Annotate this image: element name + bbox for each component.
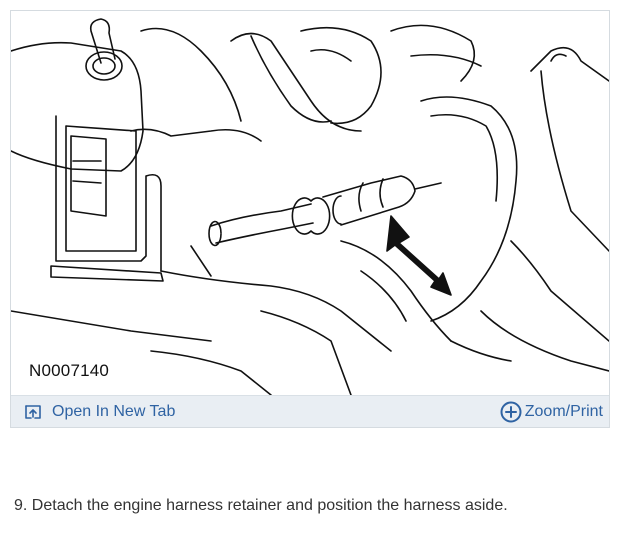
top-hoses [130, 24, 482, 142]
sensor-block-left [11, 18, 164, 282]
open-in-new-tab-button[interactable]: Open In New Tab [25, 396, 175, 427]
right-components [420, 46, 609, 372]
figure-toolbar: Open In New Tab Zoom/Print [11, 395, 609, 427]
callout-arrow [386, 215, 452, 296]
open-in-new-tab-icon [25, 404, 41, 419]
plus-circle-icon [500, 401, 522, 423]
open-in-new-tab-label: Open In New Tab [52, 402, 176, 420]
procedure-step-text: 9. Detach the engine harness retainer an… [14, 497, 508, 514]
zoom-print-label: Zoom/Print [524, 402, 603, 420]
engine-line-drawing [11, 18, 609, 395]
engine-harness-illustration[interactable]: N0007140 [11, 11, 609, 395]
figure-code-label: N0007140 [29, 361, 110, 380]
zoom-print-button[interactable]: Zoom/Print [500, 396, 603, 427]
figure-card: N0007140 Open In New Tab Zoom/Print [10, 10, 610, 428]
